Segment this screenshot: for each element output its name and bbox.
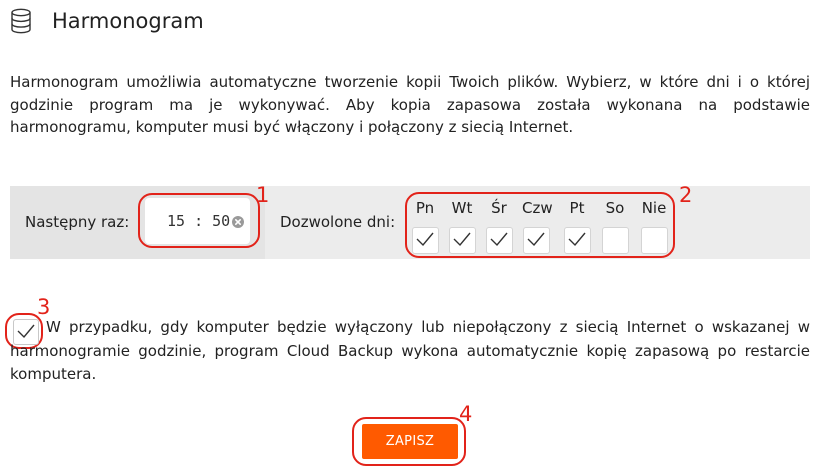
annotation-box-2 — [405, 192, 675, 258]
annotation-number-4: 4 — [459, 402, 473, 426]
intro-text: Harmonogram umożliwia automatyczne tworz… — [10, 73, 810, 136]
annotation-number-1: 1 — [256, 183, 270, 207]
page-title: Harmonogram — [52, 9, 204, 33]
fallback-description: W przypadku, gdy komputer będzie wyłączo… — [10, 318, 810, 383]
allowed-days-label: Dozwolone dni: — [280, 213, 396, 231]
page-header: Harmonogram — [10, 6, 204, 36]
save-button[interactable]: ZAPISZ — [362, 424, 458, 459]
next-run-label: Następny raz: — [25, 213, 130, 231]
annotation-number-3: 3 — [37, 295, 51, 319]
database-icon — [11, 8, 31, 34]
annotation-box-1 — [138, 193, 260, 248]
annotation-number-2: 2 — [679, 183, 693, 207]
